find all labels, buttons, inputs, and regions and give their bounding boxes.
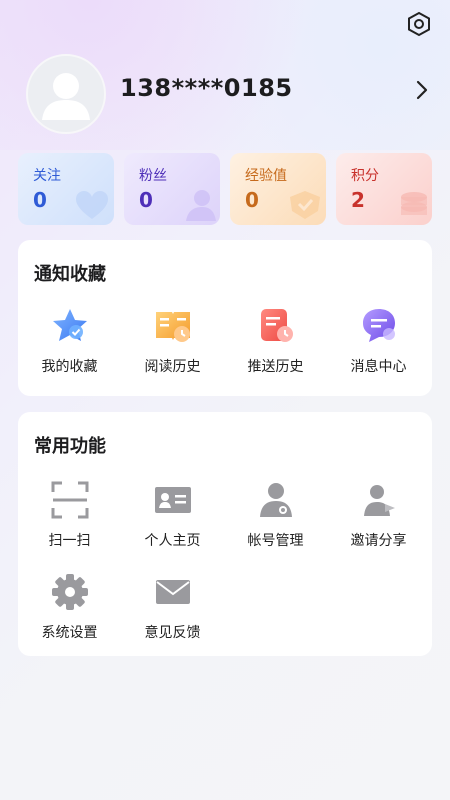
star-icon <box>50 306 90 346</box>
menu-item-label: 扫一扫 <box>48 533 91 549</box>
stat-value: 2 <box>351 188 365 212</box>
menu-item-message-center[interactable]: 消息中心 <box>327 306 430 376</box>
heart-deco-icon <box>76 191 108 219</box>
stat-fans[interactable]: 粉丝 0 <box>124 153 220 225</box>
avatar[interactable] <box>26 54 106 134</box>
stat-label: 粉丝 <box>139 168 167 184</box>
settings-button[interactable] <box>405 10 433 38</box>
menu-item-label: 推送历史 <box>247 359 304 375</box>
stat-experience[interactable]: 经验值 0 <box>230 153 326 225</box>
menu-item-scan[interactable]: 扫一扫 <box>18 480 121 550</box>
chat-bubble-icon <box>359 306 399 346</box>
menu-item-label: 邀请分享 <box>350 533 407 549</box>
profile-chevron-right-icon[interactable] <box>412 78 432 102</box>
user-deco-icon <box>186 190 216 221</box>
menu-item-my-favorites[interactable]: 我的收藏 <box>18 306 121 376</box>
stat-label: 关注 <box>33 168 61 184</box>
shield-deco-icon <box>290 191 320 219</box>
stat-label: 积分 <box>351 168 379 184</box>
menu-item-label: 帐号管理 <box>247 533 304 549</box>
gear-icon <box>50 572 90 612</box>
stat-points[interactable]: 积分 2 <box>336 153 432 225</box>
user-avatar-icon <box>42 73 90 120</box>
doc-clock-icon <box>256 306 296 346</box>
mail-icon <box>153 572 193 612</box>
id-card-icon <box>153 480 193 520</box>
card-title: 常用功能 <box>34 436 106 457</box>
common-functions-card: 常用功能 扫一扫 个人主页 帐号管理 邀请分享 系统设置 意见反馈 <box>18 412 432 656</box>
notice-collect-card: 通知收藏 我的收藏 阅读历史 推送历史 消息中心 <box>18 240 432 396</box>
settings-hex-icon <box>408 11 430 37</box>
menu-item-label: 系统设置 <box>41 625 98 641</box>
menu-item-label: 个人主页 <box>144 533 201 549</box>
stats-row: 关注 0 粉丝 0 经验值 0 积分 2 <box>18 153 432 225</box>
menu-item-feedback[interactable]: 意见反馈 <box>121 572 224 642</box>
menu-item-push-history[interactable]: 推送历史 <box>224 306 327 376</box>
menu-item-system-settings[interactable]: 系统设置 <box>18 572 121 642</box>
stat-follow[interactable]: 关注 0 <box>18 153 114 225</box>
menu-item-label: 阅读历史 <box>144 359 201 375</box>
menu-item-invite-share[interactable]: 邀请分享 <box>327 480 430 550</box>
user-share-icon <box>359 480 399 520</box>
menu-item-account-management[interactable]: 帐号管理 <box>224 480 327 550</box>
stat-value: 0 <box>245 188 259 212</box>
stat-value: 0 <box>139 188 153 212</box>
menu-item-personal-page[interactable]: 个人主页 <box>121 480 224 550</box>
user-gear-icon <box>256 480 296 520</box>
scan-icon <box>50 480 90 520</box>
menu-item-label: 消息中心 <box>350 359 407 375</box>
stat-value: 0 <box>33 188 47 212</box>
menu-item-read-history[interactable]: 阅读历史 <box>121 306 224 376</box>
menu-item-label: 意见反馈 <box>144 625 201 641</box>
stat-label: 经验值 <box>245 168 287 184</box>
user-phone[interactable]: 138****0185 <box>120 74 293 102</box>
book-clock-icon <box>153 306 193 346</box>
card-title: 通知收藏 <box>34 264 106 285</box>
menu-item-label: 我的收藏 <box>41 359 98 375</box>
coins-deco-icon <box>401 192 427 215</box>
